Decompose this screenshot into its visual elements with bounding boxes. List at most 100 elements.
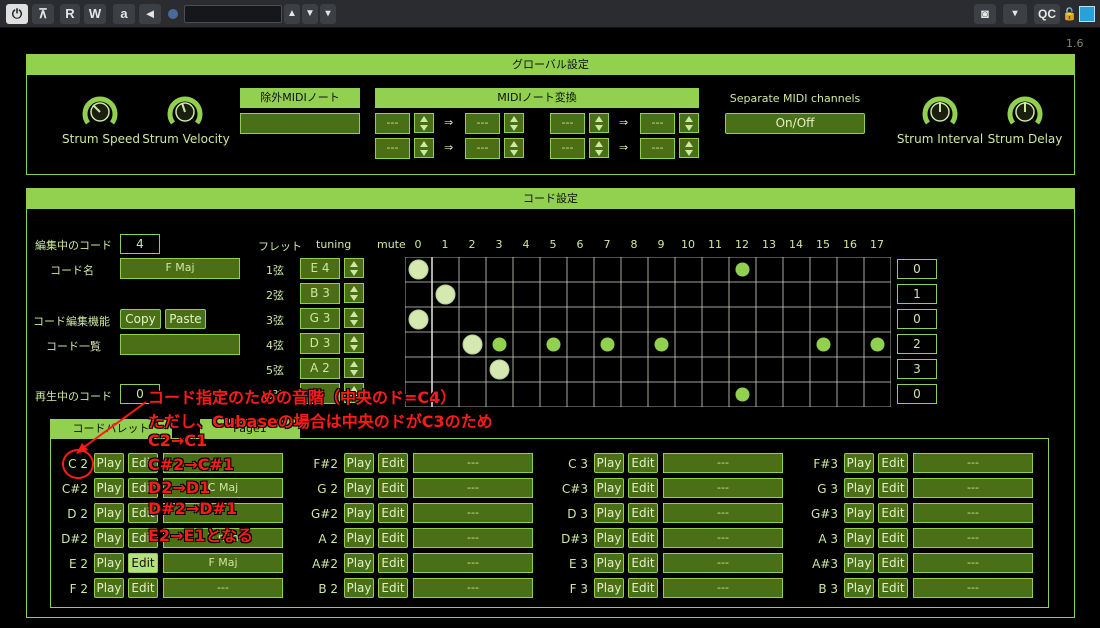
- midi-convert-dst-3[interactable]: ---: [465, 138, 500, 159]
- palette-edit-button[interactable]: Edit: [878, 553, 908, 573]
- palette-chord-field[interactable]: ---: [913, 453, 1033, 473]
- palette-chord-field[interactable]: ---: [413, 578, 533, 598]
- palette-edit-button[interactable]: Edit: [878, 528, 908, 548]
- copy-button[interactable]: Copy: [120, 309, 161, 329]
- palette-edit-button[interactable]: Edit: [628, 578, 658, 598]
- midi-convert-dst-2[interactable]: ---: [640, 113, 675, 134]
- paste-button[interactable]: Paste: [165, 309, 206, 329]
- chord-name-field[interactable]: F Maj: [120, 258, 240, 279]
- midi-convert-src-2[interactable]: ---: [550, 113, 585, 134]
- palette-edit-button[interactable]: Edit: [878, 578, 908, 598]
- palette-edit-button[interactable]: Edit: [628, 478, 658, 498]
- palette-chord-field[interactable]: ---: [413, 553, 533, 573]
- midi-convert-src-1-stepper[interactable]: [414, 113, 434, 133]
- midi-convert-dst-3-stepper[interactable]: [504, 138, 524, 158]
- string-tuning-field[interactable]: A 2: [300, 358, 340, 379]
- palette-chord-field[interactable]: ---: [663, 578, 783, 598]
- strum-speed-knob[interactable]: [80, 91, 120, 131]
- string-tuning-field[interactable]: E 4: [300, 258, 340, 279]
- palette-play-button[interactable]: Play: [844, 453, 874, 473]
- panel-toggle-icon[interactable]: [1079, 6, 1095, 22]
- palette-edit-button[interactable]: Edit: [628, 503, 658, 523]
- palette-chord-field[interactable]: ---: [413, 528, 533, 548]
- palette-chord-field[interactable]: ---: [663, 453, 783, 473]
- palette-edit-button[interactable]: Edit: [378, 503, 408, 523]
- chord-list-field[interactable]: [120, 334, 240, 355]
- string-tuning-field[interactable]: G 3: [300, 308, 340, 329]
- midi-convert-dst-1-stepper[interactable]: [504, 113, 524, 133]
- palette-play-button[interactable]: Play: [344, 503, 374, 523]
- palette-chord-field[interactable]: ---: [913, 503, 1033, 523]
- palette-play-button[interactable]: Play: [94, 503, 124, 523]
- palette-play-button[interactable]: Play: [594, 453, 624, 473]
- palette-chord-field[interactable]: ---: [663, 478, 783, 498]
- palette-chord-field[interactable]: ---: [913, 553, 1033, 573]
- palette-play-button[interactable]: Play: [594, 553, 624, 573]
- palette-edit-button[interactable]: Edit: [628, 453, 658, 473]
- palette-edit-button[interactable]: Edit: [378, 578, 408, 598]
- palette-chord-field[interactable]: ---: [413, 503, 533, 523]
- string-tuning-stepper[interactable]: [344, 358, 364, 378]
- separate-channels-toggle[interactable]: On/Off: [725, 113, 865, 134]
- palette-edit-button[interactable]: Edit: [128, 553, 158, 573]
- palette-chord-field[interactable]: ---: [663, 528, 783, 548]
- palette-play-button[interactable]: Play: [594, 578, 624, 598]
- palette-play-button[interactable]: Play: [344, 553, 374, 573]
- palette-play-button[interactable]: Play: [344, 528, 374, 548]
- string-tuning-field[interactable]: B 3: [300, 283, 340, 304]
- palette-play-button[interactable]: Play: [844, 478, 874, 498]
- string-tuning-field[interactable]: D 3: [300, 333, 340, 354]
- midi-convert-dst-4-stepper[interactable]: [679, 138, 699, 158]
- palette-edit-button[interactable]: Edit: [378, 478, 408, 498]
- palette-edit-button[interactable]: Edit: [378, 528, 408, 548]
- palette-chord-field[interactable]: ---: [413, 453, 533, 473]
- palette-chord-field[interactable]: ---: [663, 503, 783, 523]
- palette-edit-button[interactable]: Edit: [378, 453, 408, 473]
- midi-convert-dst-4[interactable]: ---: [640, 138, 675, 159]
- palette-edit-button[interactable]: Edit: [878, 453, 908, 473]
- palette-edit-button[interactable]: Edit: [378, 553, 408, 573]
- midi-convert-src-3[interactable]: ---: [375, 138, 410, 159]
- string-tuning-stepper[interactable]: [344, 258, 364, 278]
- palette-play-button[interactable]: Play: [94, 578, 124, 598]
- camera-icon[interactable]: ◙: [974, 4, 996, 24]
- bypass-button[interactable]: ⊼: [32, 4, 54, 24]
- write-button[interactable]: W: [84, 4, 106, 24]
- lock-icon[interactable]: 🔓: [1062, 7, 1077, 21]
- strum-delay-knob[interactable]: [1005, 91, 1045, 131]
- string-tuning-stepper[interactable]: [344, 308, 364, 328]
- palette-play-button[interactable]: Play: [594, 478, 624, 498]
- preset-menu-icon[interactable]: ▾: [320, 4, 336, 24]
- editing-chord-field[interactable]: 4: [120, 234, 160, 254]
- preset-up-icon[interactable]: ▲: [284, 4, 300, 24]
- dropdown-icon[interactable]: ▾: [1003, 4, 1027, 24]
- midi-convert-src-1[interactable]: ---: [375, 113, 410, 134]
- palette-chord-field[interactable]: ---: [913, 478, 1033, 498]
- palette-chord-field[interactable]: ---: [413, 478, 533, 498]
- palette-play-button[interactable]: Play: [844, 553, 874, 573]
- midi-convert-src-2-stepper[interactable]: [589, 113, 609, 133]
- palette-play-button[interactable]: Play: [94, 478, 124, 498]
- palette-play-button[interactable]: Play: [594, 503, 624, 523]
- palette-edit-button[interactable]: Edit: [128, 578, 158, 598]
- fretboard-grid[interactable]: [404, 256, 892, 408]
- palette-play-button[interactable]: Play: [94, 528, 124, 548]
- palette-chord-field[interactable]: ---: [663, 553, 783, 573]
- palette-play-button[interactable]: Play: [844, 578, 874, 598]
- palette-play-button[interactable]: Play: [844, 503, 874, 523]
- palette-play-button[interactable]: Play: [344, 578, 374, 598]
- palette-edit-button[interactable]: Edit: [628, 528, 658, 548]
- fretboard-svg[interactable]: [404, 256, 892, 408]
- palette-edit-button[interactable]: Edit: [878, 478, 908, 498]
- preset-name-input[interactable]: [184, 5, 282, 23]
- midi-convert-dst-2-stepper[interactable]: [679, 113, 699, 133]
- auto-button[interactable]: a: [113, 4, 135, 24]
- midi-convert-src-4-stepper[interactable]: [589, 138, 609, 158]
- read-button[interactable]: R: [60, 4, 80, 24]
- preset-down-icon[interactable]: ▼: [302, 4, 318, 24]
- midi-convert-src-3-stepper[interactable]: [414, 138, 434, 158]
- midi-convert-src-4[interactable]: ---: [550, 138, 585, 159]
- strum-interval-knob[interactable]: [920, 91, 960, 131]
- palette-play-button[interactable]: Play: [844, 528, 874, 548]
- qc-button[interactable]: QC: [1034, 4, 1060, 24]
